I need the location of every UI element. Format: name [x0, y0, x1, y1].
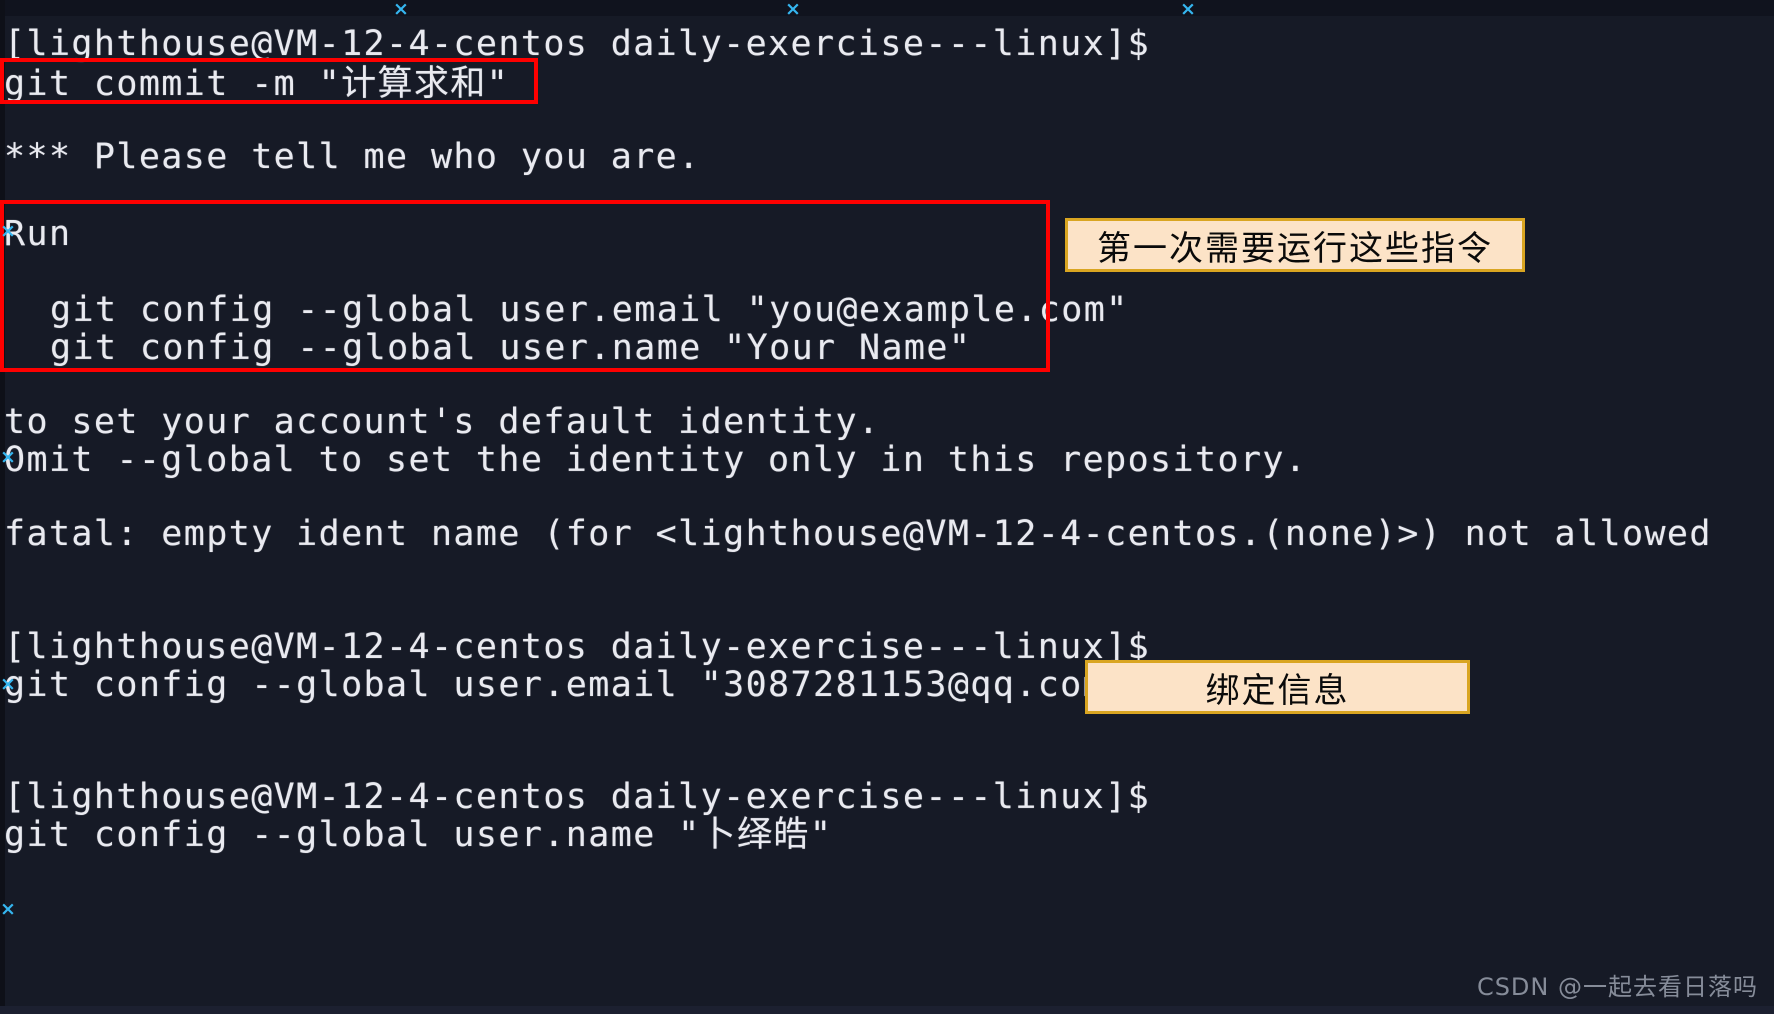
terminal-line: [lighthouse@VM-12-4-centos daily-exercis… — [4, 24, 1151, 64]
first-time-setup-callout: 第一次需要运行这些指令 — [1065, 218, 1525, 272]
csdn-watermark: CSDN @一起去看日落吗 — [1476, 973, 1758, 1001]
terminal-top-border — [0, 0, 1774, 16]
terminal-line: git commit -m "计算求和" — [4, 64, 510, 104]
terminal-line: Omit --global to set the identity only i… — [4, 440, 1308, 480]
binding-info-callout: 绑定信息 — [1085, 660, 1470, 714]
terminal-line: git config --global user.name "卜绎皓" — [4, 815, 833, 855]
tick-top-1: × — [393, 0, 409, 20]
terminal-line: fatal: empty ident name (for <lighthouse… — [4, 514, 1712, 554]
terminal-line: git config --global user.email "30872811… — [4, 665, 1128, 705]
tick-left-2: × — [0, 446, 16, 468]
terminal-line: git config --global user.name "Your Name… — [50, 328, 972, 368]
tick-left-1: × — [0, 220, 16, 242]
terminal-bottom-border — [0, 1006, 1774, 1014]
terminal-line: *** Please tell me who you are. — [4, 137, 701, 177]
tick-top-2: × — [785, 0, 801, 20]
tick-left-3: × — [0, 673, 16, 695]
tick-left-4: × — [0, 898, 16, 920]
terminal-window[interactable]: [lighthouse@VM-12-4-centos daily-exercis… — [0, 0, 1774, 1014]
tick-top-3: × — [1180, 0, 1196, 20]
